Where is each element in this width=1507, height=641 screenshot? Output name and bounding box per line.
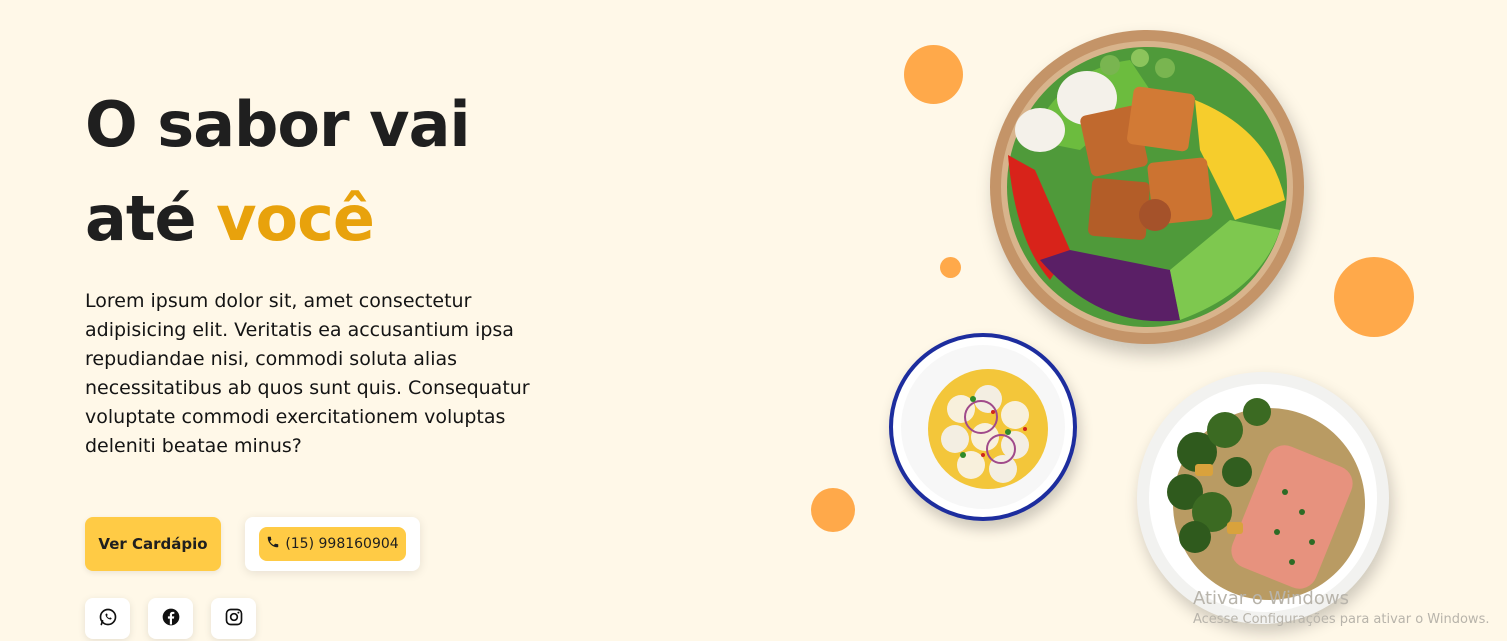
view-menu-button[interactable]: Ver Cardápio [85, 517, 221, 571]
whatsapp-icon [98, 607, 118, 631]
hero-title-line1: O sabor vai [85, 88, 471, 161]
decor-circle [940, 257, 961, 278]
watermark-subtitle: Acesse Configurações para ativar o Windo… [1193, 612, 1490, 627]
hero-title: O sabor vai até você [85, 78, 471, 266]
phone-button[interactable]: (15) 998160904 [259, 527, 406, 561]
hero-title-accent: você [216, 182, 375, 255]
instagram-icon [224, 607, 244, 631]
phone-number: (15) 998160904 [285, 536, 399, 552]
phone-icon [266, 535, 280, 553]
watermark-title: Ativar o Windows [1193, 588, 1349, 609]
phone-card: (15) 998160904 [245, 517, 420, 571]
salad-bowl-image [990, 30, 1304, 344]
ceviche-bowl-image [889, 333, 1077, 521]
decor-circle [904, 45, 963, 104]
facebook-link[interactable] [148, 598, 193, 639]
hero-title-line2-prefix: até [85, 182, 217, 255]
windows-activation-watermark: Ativar o Windows Acesse Configurações pa… [1193, 588, 1489, 630]
whatsapp-link[interactable] [85, 598, 130, 639]
decor-circle [811, 488, 855, 532]
hero-description: Lorem ipsum dolor sit, amet consectetur … [85, 290, 530, 457]
facebook-icon [161, 607, 181, 631]
decor-circle [1334, 257, 1414, 337]
instagram-link[interactable] [211, 598, 256, 639]
salmon-plate-image [1137, 372, 1389, 624]
